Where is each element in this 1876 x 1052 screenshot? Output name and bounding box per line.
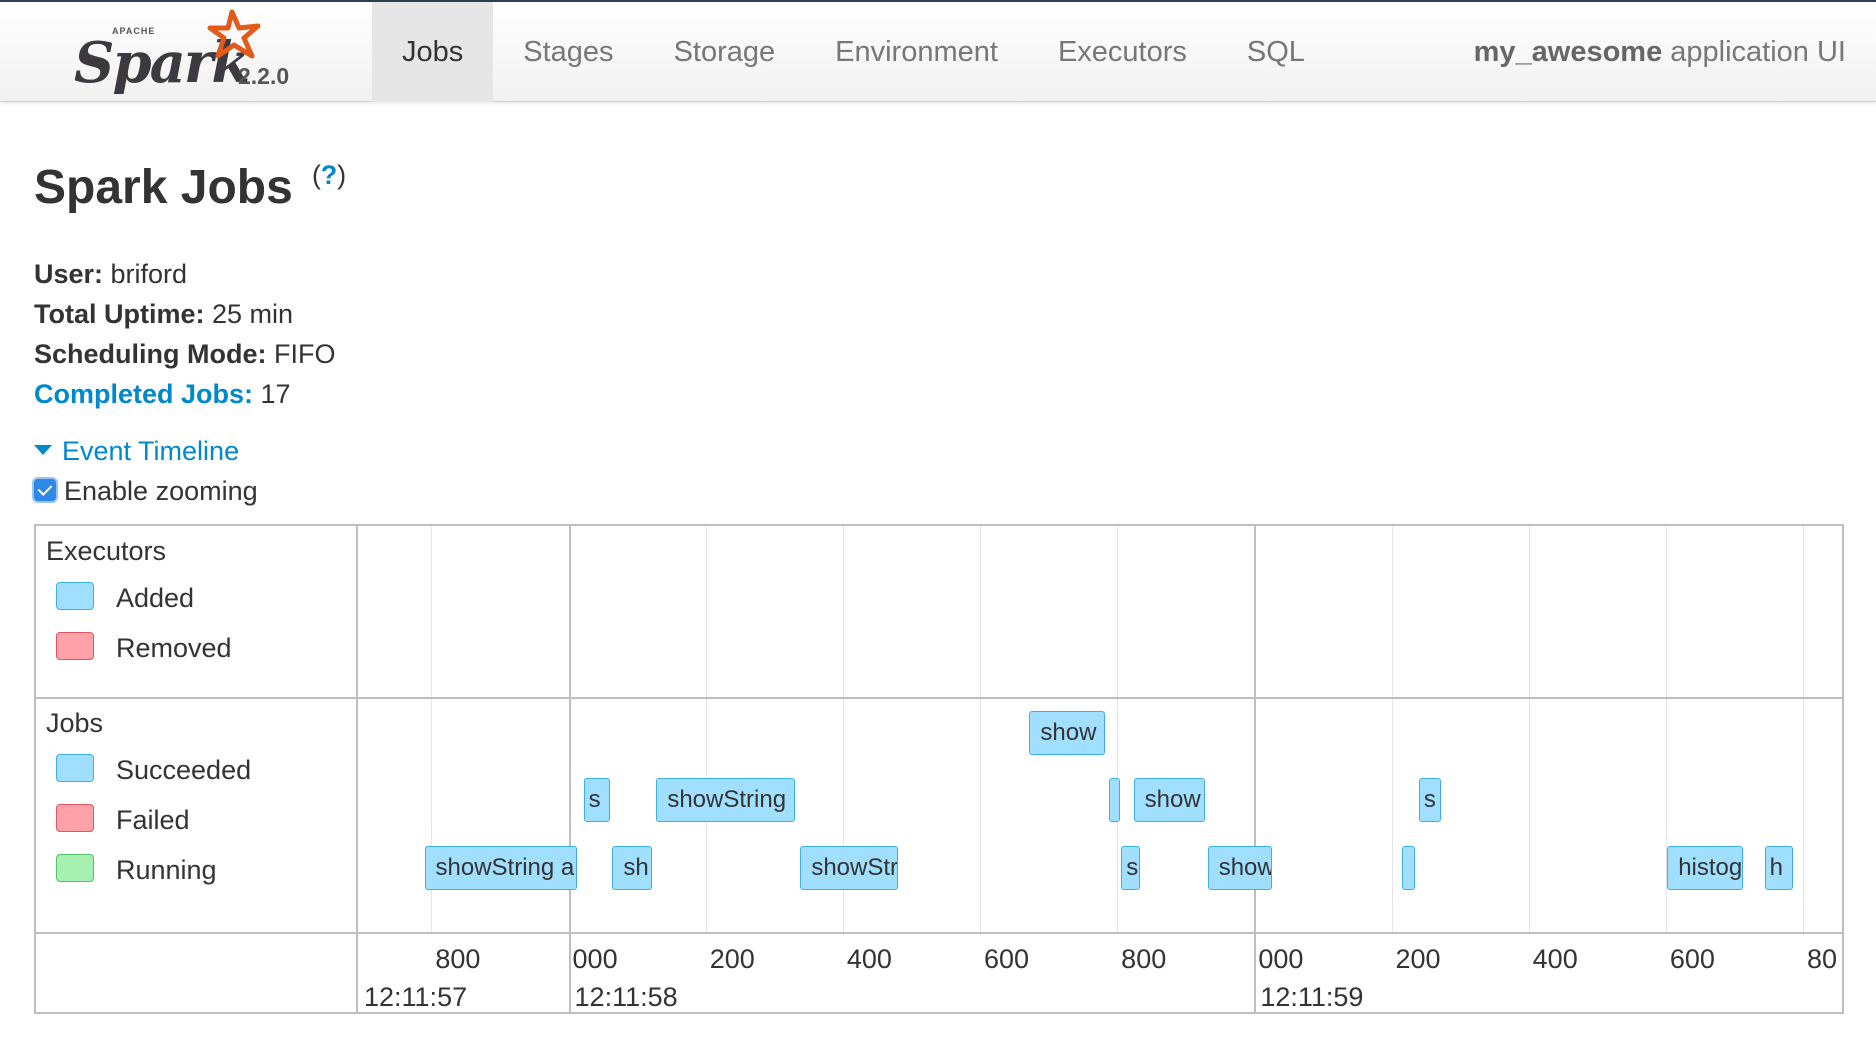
legend-swatch (56, 582, 94, 610)
legend-label: Succeeded (116, 755, 252, 785)
legend-label: Removed (116, 633, 232, 663)
axis-tick-label: 000 (1258, 944, 1304, 974)
tab-jobs[interactable]: Jobs (372, 2, 494, 102)
grid-line-minor (705, 526, 707, 932)
jobs-group-title: Jobs (46, 708, 104, 738)
job-bar[interactable]: show (1133, 778, 1205, 822)
executors-group-title: Executors (46, 536, 167, 566)
completed-jobs-value: 17 (253, 379, 291, 409)
job-bar[interactable]: show (1207, 846, 1273, 890)
spark-star-icon (207, 9, 261, 59)
help-open-paren: ( (312, 160, 321, 190)
axis-date-label: 12:11:58 (574, 982, 678, 1012)
job-bar[interactable]: showString a (424, 846, 577, 890)
legend-label: Added (116, 583, 195, 613)
tab-environment[interactable]: Environment (805, 2, 1028, 102)
nav-tabs: Jobs Stages Storage Environment Executor… (372, 2, 1335, 102)
top-navbar: APACHE Spark 2.2.0 Jobs Stages Storage E… (0, 0, 1876, 102)
enable-zooming-label[interactable]: Enable zooming (64, 476, 258, 506)
summary-user: User: briford (34, 254, 336, 294)
tab-storage[interactable]: Storage (644, 2, 806, 102)
axis-tick-label: 000 (572, 944, 618, 974)
tab-sql[interactable]: SQL (1217, 2, 1335, 102)
axis-tick-label: 80 (1806, 944, 1838, 974)
event-timeline-label: Event Timeline (62, 436, 240, 466)
axis-divider (36, 932, 1842, 934)
summary-completed-jobs: Completed Jobs: 17 (34, 374, 336, 414)
summary-uptime: Total Uptime: 25 min (34, 294, 336, 334)
axis-tick-label: 600 (1669, 944, 1715, 974)
user-label: User: (34, 259, 104, 289)
executors-jobs-divider (36, 697, 1842, 699)
spark-version: 2.2.0 (238, 63, 290, 89)
spark-logo[interactable]: APACHE Spark 2.2.0 (72, 6, 312, 96)
axis-tick-label: 400 (846, 944, 892, 974)
grid-line-major (1254, 526, 1257, 1012)
axis-tick-label: 800 (1121, 944, 1167, 974)
mode-value: FIFO (266, 339, 336, 369)
help-tooltip[interactable]: (?) (312, 160, 346, 204)
axis-tick-label: 200 (1395, 944, 1441, 974)
grid-line-minor (1391, 526, 1393, 932)
axis-tick-label: 600 (984, 944, 1030, 974)
job-bar[interactable]: s (1418, 778, 1441, 822)
job-bar[interactable]: s (1121, 846, 1141, 890)
event-timeline[interactable]: Executors Added Removed Jobs Succeeded F… (34, 524, 1844, 1014)
completed-jobs-link[interactable]: Completed Jobs: (34, 379, 253, 409)
job-bar[interactable]: h (1764, 846, 1794, 890)
application-title: my_awesome application UI (1474, 2, 1846, 102)
summary-scheduling-mode: Scheduling Mode: FIFO (34, 334, 336, 374)
label-column-divider (356, 526, 358, 1012)
job-bar[interactable]: sh (612, 846, 653, 890)
legend-swatch (56, 754, 94, 782)
axis-date-label: 12:11:57 (364, 982, 468, 1012)
tab-stages[interactable]: Stages (493, 2, 643, 102)
legend-swatch (56, 854, 94, 882)
user-value: briford (103, 259, 188, 289)
tab-executors[interactable]: Executors (1028, 2, 1217, 102)
legend-label: Running (116, 855, 217, 885)
grid-line-minor (1528, 526, 1530, 932)
enable-zooming-checkbox[interactable] (34, 478, 56, 501)
app-name: my_awesome (1473, 36, 1663, 68)
uptime-label: Total Uptime: (34, 299, 205, 329)
job-bar[interactable]: showStr (800, 846, 898, 890)
mode-label: Scheduling Mode: (34, 339, 267, 369)
enable-zooming-row: Enable zooming (34, 476, 258, 507)
job-bar[interactable] (1108, 778, 1120, 822)
axis-date-label: 12:11:59 (1260, 982, 1364, 1012)
axis-tick-label: 200 (709, 944, 755, 974)
job-bar[interactable] (1402, 846, 1415, 890)
axis-tick-label: 800 (435, 944, 481, 974)
event-timeline-toggle[interactable]: Event Timeline (34, 436, 239, 467)
uptime-value: 25 min (204, 299, 294, 329)
caret-down-icon (34, 444, 52, 455)
job-bar[interactable]: s (583, 778, 610, 822)
grid-line-minor (1117, 526, 1119, 932)
grid-line-minor (980, 526, 982, 932)
legend-swatch (56, 632, 94, 660)
job-summary: User: briford Total Uptime: 25 min Sched… (34, 254, 336, 414)
axis-tick-label: 400 (1532, 944, 1578, 974)
grid-line-major (568, 526, 571, 1012)
legend-label: Failed (116, 805, 190, 835)
job-bar[interactable]: show (1029, 711, 1105, 755)
job-bar[interactable]: histog (1667, 846, 1743, 890)
page-title: Spark Jobs (34, 161, 293, 214)
app-suffix: application UI (1662, 36, 1846, 68)
help-close-paren: ) (337, 160, 347, 190)
help-icon[interactable]: ? (321, 160, 337, 190)
legend-swatch (56, 804, 94, 832)
grid-line-minor (1802, 526, 1804, 932)
job-bar[interactable]: showString (656, 778, 795, 822)
